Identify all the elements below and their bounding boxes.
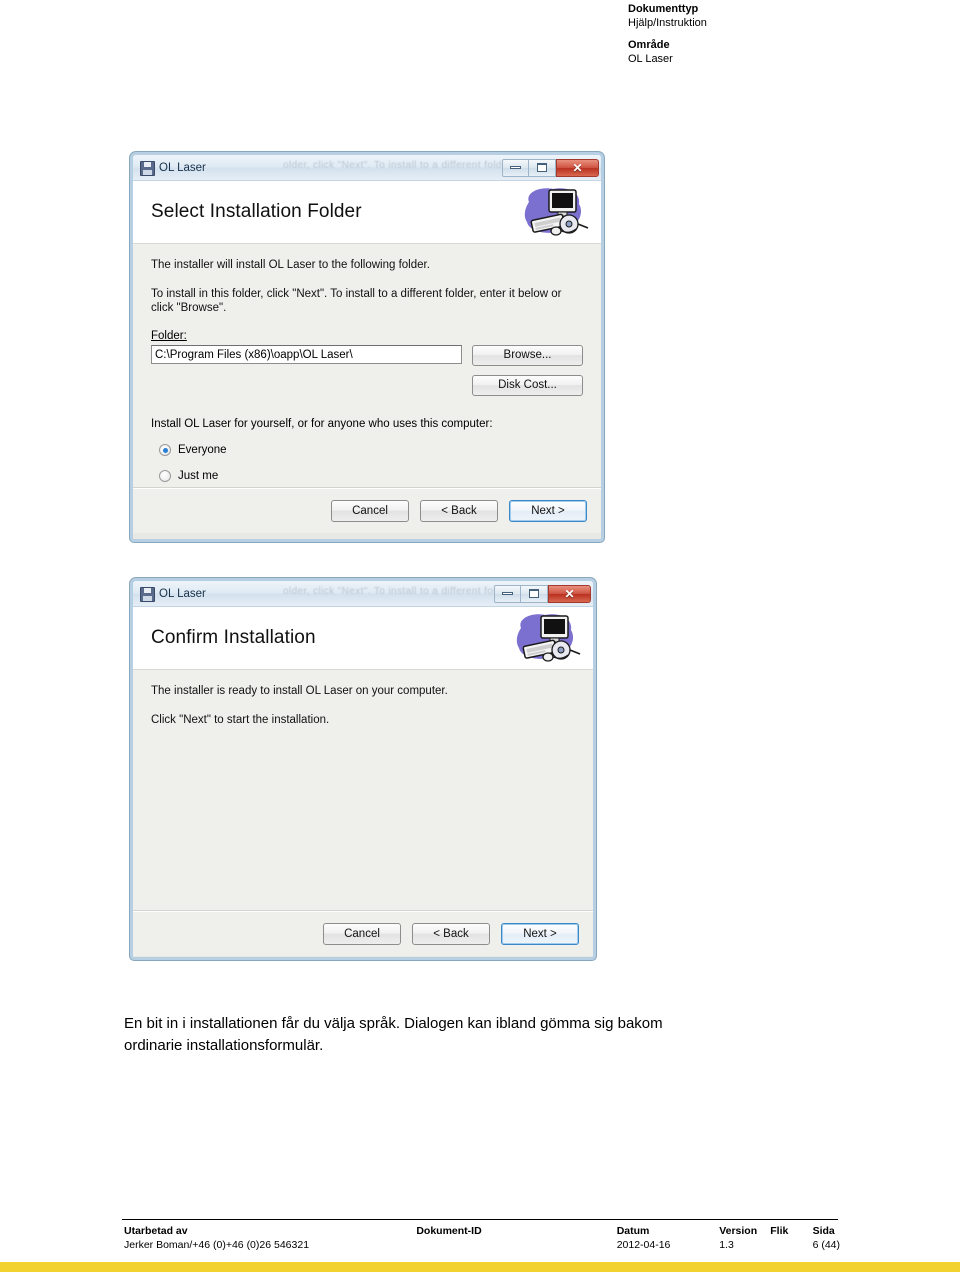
disk-cost-button[interactable]: Disk Cost... — [472, 375, 583, 396]
body-line-1: The installer will install OL Laser to t… — [151, 259, 430, 271]
next-button[interactable]: Next > — [501, 922, 579, 945]
document-header: Dokumenttyp Hjälp/Instruktion Område OL … — [628, 2, 707, 66]
footer-value-docid — [416, 1238, 616, 1252]
radio-everyone-label: Everyone — [178, 444, 227, 456]
body-line-1: The installer is ready to install OL Las… — [151, 685, 448, 697]
cancel-button[interactable]: Cancel — [331, 499, 409, 522]
footer-header-flik: Flik — [770, 1225, 789, 1237]
folder-row: Browse... Disk Cost... — [151, 345, 583, 396]
dialog-body: The installer is ready to install OL Las… — [133, 670, 593, 910]
back-button[interactable]: < Back — [420, 499, 498, 522]
title-bar[interactable]: older, click "Next". To install to a dif… — [133, 155, 601, 181]
minimize-icon — [510, 166, 521, 169]
minimize-button[interactable] — [502, 158, 529, 177]
dialog-body: The installer will install OL Laser to t… — [133, 244, 601, 487]
document-area-label: Område — [628, 39, 670, 51]
folder-side-buttons: Browse... Disk Cost... — [472, 345, 583, 396]
minimize-icon — [502, 592, 513, 595]
setup-computer-icon — [519, 184, 593, 240]
radio-option-just-me[interactable]: Just me — [159, 470, 583, 482]
body-line-2: Click "Next" to start the installation. — [151, 714, 330, 726]
radio-everyone-icon[interactable] — [159, 444, 171, 456]
radio-option-everyone[interactable]: Everyone — [159, 444, 583, 456]
footer-header-version: Version — [719, 1225, 758, 1237]
minimize-button[interactable] — [494, 584, 521, 603]
back-button[interactable]: < Back — [412, 922, 490, 945]
installer-dialog-confirm-installation[interactable]: older, click "Next". To install to a dif… — [130, 578, 596, 960]
installer-disk-icon — [139, 160, 155, 176]
footer-header-date: Datum — [616, 1225, 650, 1237]
page-title: Select Installation Folder — [151, 201, 362, 222]
footer-value-date: 2012-04-16 — [616, 1239, 671, 1251]
maximize-icon — [529, 589, 539, 598]
setup-computer-icon — [511, 610, 585, 666]
install-scope-prompt: Install OL Laser for yourself, or for an… — [151, 418, 493, 430]
title-bar[interactable]: older, click "Next". To install to a dif… — [133, 581, 593, 607]
document-footer: Utarbetad av Dokument-ID Datum Version F… — [124, 1224, 840, 1252]
close-button[interactable]: ✕ — [548, 584, 591, 603]
close-button[interactable]: ✕ — [556, 158, 599, 177]
maximize-button[interactable] — [529, 158, 556, 177]
maximize-icon — [537, 163, 547, 172]
footer-header-docid: Dokument-ID — [416, 1225, 482, 1237]
radio-just-me-icon[interactable] — [159, 470, 171, 482]
folder-field-label: Folder: — [151, 330, 583, 342]
window-title: OL Laser — [159, 161, 206, 174]
document-type-label: Dokumenttyp — [628, 3, 699, 15]
maximize-button[interactable] — [521, 584, 548, 603]
dialog-footer: Cancel < Back Next > — [133, 910, 593, 956]
window-title: OL Laser — [159, 587, 206, 600]
folder-label-text: Folder: — [151, 330, 187, 342]
folder-path-input[interactable] — [151, 345, 462, 364]
footer-header-row: Utarbetad av Dokument-ID Datum Version F… — [124, 1224, 840, 1238]
cancel-button[interactable]: Cancel — [323, 922, 401, 945]
footer-value-row: Jerker Boman/+46 (0)+46 (0)26 546321 201… — [124, 1238, 840, 1252]
footer-header-author: Utarbetad av — [124, 1225, 188, 1237]
window-controls[interactable]: ✕ — [502, 158, 599, 177]
ghost-overlay-text: older, click "Next". To install to a dif… — [283, 160, 533, 171]
dialog-header: Confirm Installation — [133, 607, 593, 670]
radio-just-me-label: Just me — [178, 470, 219, 482]
footer-value-page: 6 (44) — [812, 1239, 840, 1251]
footer-value-version: 1.3 — [719, 1239, 734, 1251]
dialog-footer: Cancel < Back Next > — [133, 487, 601, 533]
footer-header-page: Sida — [812, 1225, 835, 1237]
document-type-value: Hjälp/Instruktion — [628, 17, 707, 29]
dialog-header: Select Installation Folder — [133, 181, 601, 244]
installer-disk-icon — [139, 586, 155, 602]
browse-button[interactable]: Browse... — [472, 345, 583, 366]
footer-value-flik — [770, 1238, 812, 1252]
bottom-accent-bar — [0, 1262, 960, 1272]
footer-value-author: Jerker Boman/+46 (0)+46 (0)26 546321 — [124, 1239, 310, 1251]
installer-dialog-select-folder[interactable]: older, click "Next". To install to a dif… — [130, 152, 604, 542]
next-button[interactable]: Next > — [509, 499, 587, 522]
footer-divider — [122, 1219, 838, 1220]
body-line-2: To install in this folder, click "Next".… — [151, 288, 562, 314]
document-area-value: OL Laser — [628, 53, 673, 65]
caption-paragraph: En bit in i installationen får du välja … — [124, 1015, 663, 1054]
page-title: Confirm Installation — [151, 627, 316, 648]
window-controls[interactable]: ✕ — [494, 584, 591, 603]
